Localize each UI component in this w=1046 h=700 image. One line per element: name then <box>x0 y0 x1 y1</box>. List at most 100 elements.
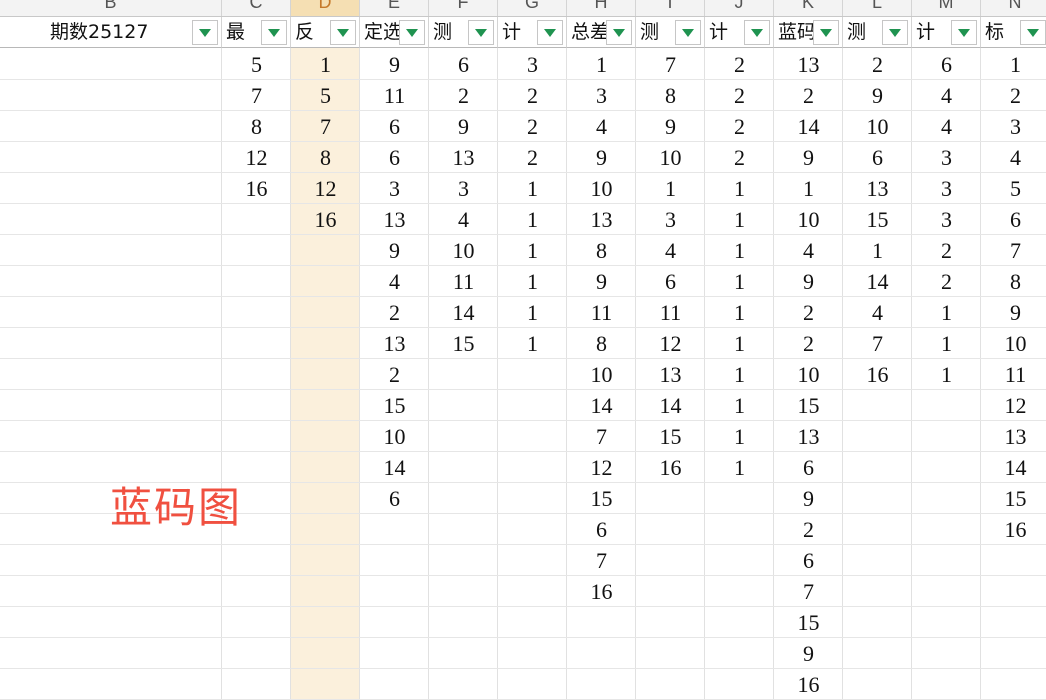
cell-i-8[interactable]: 6 <box>636 266 705 297</box>
cell-g-7[interactable]: 1 <box>498 235 567 266</box>
cell-n-13[interactable]: 13 <box>981 421 1046 452</box>
cell-m-5[interactable]: 3 <box>912 173 981 204</box>
cell-n-3[interactable]: 3 <box>981 111 1046 142</box>
cell-h-4[interactable]: 9 <box>567 142 636 173</box>
cell-j-10[interactable]: 1 <box>705 328 774 359</box>
filter-dropdown-button[interactable] <box>468 20 494 45</box>
cell-n-1[interactable]: 1 <box>981 49 1046 80</box>
cell-n-7[interactable]: 7 <box>981 235 1046 266</box>
cell-d-1[interactable]: 1 <box>291 49 360 80</box>
header-cell-i[interactable]: 测 <box>636 17 705 48</box>
cell-e-15[interactable]: 6 <box>360 483 429 514</box>
cell-h-5[interactable]: 10 <box>567 173 636 204</box>
cell-h-8[interactable]: 9 <box>567 266 636 297</box>
cell-k-7[interactable]: 4 <box>774 235 843 266</box>
cell-h-10[interactable]: 8 <box>567 328 636 359</box>
cell-h-14[interactable]: 12 <box>567 452 636 483</box>
cell-j-12[interactable]: 1 <box>705 390 774 421</box>
cell-c-3[interactable]: 8 <box>222 111 291 142</box>
cell-h-7[interactable]: 8 <box>567 235 636 266</box>
filter-dropdown-button[interactable] <box>675 20 701 45</box>
filter-dropdown-button[interactable] <box>192 20 218 45</box>
cell-k-20[interactable]: 9 <box>774 638 843 669</box>
cell-j-7[interactable]: 1 <box>705 235 774 266</box>
cell-n-8[interactable]: 8 <box>981 266 1046 297</box>
cell-k-6[interactable]: 10 <box>774 204 843 235</box>
cell-d-4[interactable]: 8 <box>291 142 360 173</box>
filter-dropdown-button[interactable] <box>882 20 908 45</box>
cell-i-12[interactable]: 14 <box>636 390 705 421</box>
cell-n-11[interactable]: 11 <box>981 359 1046 390</box>
cell-l-7[interactable]: 1 <box>843 235 912 266</box>
cell-j-8[interactable]: 1 <box>705 266 774 297</box>
cell-l-11[interactable]: 16 <box>843 359 912 390</box>
column-header-l[interactable]: L <box>843 0 912 16</box>
cell-f-9[interactable]: 14 <box>429 297 498 328</box>
cell-d-5[interactable]: 12 <box>291 173 360 204</box>
cell-m-6[interactable]: 3 <box>912 204 981 235</box>
cell-k-18[interactable]: 7 <box>774 576 843 607</box>
cell-e-8[interactable]: 4 <box>360 266 429 297</box>
cell-k-19[interactable]: 15 <box>774 607 843 638</box>
cell-h-11[interactable]: 10 <box>567 359 636 390</box>
cell-g-3[interactable]: 2 <box>498 111 567 142</box>
cell-l-8[interactable]: 14 <box>843 266 912 297</box>
filter-dropdown-button[interactable] <box>606 20 632 45</box>
cell-h-6[interactable]: 13 <box>567 204 636 235</box>
cell-f-7[interactable]: 10 <box>429 235 498 266</box>
header-cell-m[interactable]: 计 <box>912 17 981 48</box>
cell-k-11[interactable]: 10 <box>774 359 843 390</box>
cell-m-3[interactable]: 4 <box>912 111 981 142</box>
column-header-h[interactable]: H <box>567 0 636 16</box>
cell-l-4[interactable]: 6 <box>843 142 912 173</box>
header-cell-d[interactable]: 反 <box>291 17 360 48</box>
cell-n-14[interactable]: 14 <box>981 452 1046 483</box>
header-cell-k[interactable]: 蓝码 <box>774 17 843 48</box>
cell-d-2[interactable]: 5 <box>291 80 360 111</box>
cell-k-8[interactable]: 9 <box>774 266 843 297</box>
cell-i-14[interactable]: 16 <box>636 452 705 483</box>
cell-g-4[interactable]: 2 <box>498 142 567 173</box>
cell-n-16[interactable]: 16 <box>981 514 1046 545</box>
cell-j-4[interactable]: 2 <box>705 142 774 173</box>
cell-f-5[interactable]: 3 <box>429 173 498 204</box>
cell-n-2[interactable]: 2 <box>981 80 1046 111</box>
cell-g-2[interactable]: 2 <box>498 80 567 111</box>
cell-i-1[interactable]: 7 <box>636 49 705 80</box>
cell-k-14[interactable]: 6 <box>774 452 843 483</box>
cell-f-2[interactable]: 2 <box>429 80 498 111</box>
cell-f-4[interactable]: 13 <box>429 142 498 173</box>
header-cell-b[interactable]: 期数25127 <box>0 17 222 48</box>
cell-e-10[interactable]: 13 <box>360 328 429 359</box>
cell-j-3[interactable]: 2 <box>705 111 774 142</box>
cell-k-1[interactable]: 13 <box>774 49 843 80</box>
cell-m-4[interactable]: 3 <box>912 142 981 173</box>
cell-h-15[interactable]: 15 <box>567 483 636 514</box>
filter-dropdown-button[interactable] <box>261 20 287 45</box>
cell-n-5[interactable]: 5 <box>981 173 1046 204</box>
cell-f-8[interactable]: 11 <box>429 266 498 297</box>
header-cell-e[interactable]: 定选 <box>360 17 429 48</box>
cell-e-12[interactable]: 15 <box>360 390 429 421</box>
cell-h-18[interactable]: 16 <box>567 576 636 607</box>
cell-m-9[interactable]: 1 <box>912 297 981 328</box>
cell-k-21[interactable]: 16 <box>774 669 843 700</box>
cell-j-14[interactable]: 1 <box>705 452 774 483</box>
cell-h-17[interactable]: 7 <box>567 545 636 576</box>
column-header-d[interactable]: D <box>291 0 360 16</box>
cell-n-10[interactable]: 10 <box>981 328 1046 359</box>
filter-dropdown-button[interactable] <box>1020 20 1046 45</box>
column-header-n[interactable]: N <box>981 0 1046 16</box>
cell-n-9[interactable]: 9 <box>981 297 1046 328</box>
column-header-f[interactable]: F <box>429 0 498 16</box>
cell-j-1[interactable]: 2 <box>705 49 774 80</box>
cell-n-6[interactable]: 6 <box>981 204 1046 235</box>
cell-f-1[interactable]: 6 <box>429 49 498 80</box>
cell-h-13[interactable]: 7 <box>567 421 636 452</box>
cell-k-5[interactable]: 1 <box>774 173 843 204</box>
filter-dropdown-button[interactable] <box>744 20 770 45</box>
cell-n-4[interactable]: 4 <box>981 142 1046 173</box>
cell-c-5[interactable]: 16 <box>222 173 291 204</box>
cell-g-5[interactable]: 1 <box>498 173 567 204</box>
header-cell-g[interactable]: 计 <box>498 17 567 48</box>
